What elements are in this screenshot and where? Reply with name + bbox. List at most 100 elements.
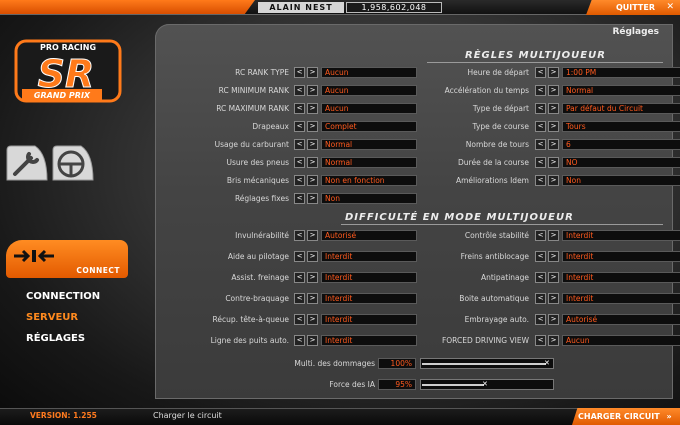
connect-arrows-icon: [14, 249, 54, 263]
option-value: Non: [321, 193, 417, 204]
option-row: Réglages fixes < > Non: [155, 193, 673, 204]
next-option-button[interactable]: >: [548, 293, 559, 304]
option-label: Contrôle stabilité: [464, 231, 529, 240]
next-option-button[interactable]: >: [548, 335, 559, 346]
charger-circuit-button[interactable]: CHARGER CIRCUIT »: [572, 408, 680, 425]
status-text: Charger le circuit: [153, 411, 222, 420]
option-value: Normal: [562, 85, 680, 96]
option-row: Boite automatique < > Interdit: [155, 293, 680, 304]
prev-option-button[interactable]: <: [535, 157, 546, 168]
option-value: 1:00 PM: [562, 67, 680, 78]
next-option-button[interactable]: >: [548, 157, 559, 168]
option-value: Interdit: [562, 251, 680, 262]
panel-title: Réglages: [612, 27, 659, 37]
next-option-button[interactable]: >: [548, 272, 559, 283]
next-option-button[interactable]: >: [548, 175, 559, 186]
pro-racing-logo: PRO RACING SR GRAND PRIX: [14, 39, 122, 103]
top-bar-accent: [0, 0, 255, 14]
connect-menu: CONNECTION SERVEUR RÉGLAGES: [26, 286, 100, 349]
prev-option-button[interactable]: <: [535, 139, 546, 150]
option-label: Type de départ: [472, 104, 529, 113]
prev-option-button[interactable]: <: [535, 230, 546, 241]
option-row: Améliorations Idem < > Non: [155, 175, 680, 186]
option-row: Nombre de tours < >6: [155, 139, 680, 150]
prev-option-button[interactable]: <: [535, 272, 546, 283]
option-value: Aucun: [562, 335, 680, 346]
option-value: Interdit: [562, 230, 680, 241]
money-display: 1,958,602,048: [346, 2, 442, 13]
option-value: 6: [562, 139, 680, 150]
option-value: Par défaut du Circuit: [562, 103, 680, 114]
steering-wheel-icon[interactable]: [51, 144, 95, 182]
option-row: Type de départ < > Par défaut du Circuit: [155, 103, 680, 114]
option-label: Antipatinage: [480, 273, 529, 282]
next-option-button[interactable]: >: [548, 139, 559, 150]
settings-panel: Réglages RÈGLES MULTIJOUEUR DIFFICULTÉ E…: [155, 24, 680, 399]
slider-value-ai-strength: 95%: [378, 379, 416, 390]
option-label: Réglages fixes: [234, 194, 289, 203]
menu-item-connection[interactable]: CONNECTION: [26, 286, 100, 307]
option-label: Boite automatique: [459, 294, 529, 303]
slider-label-ai-strength: Force des IA: [329, 380, 375, 389]
next-option-button[interactable]: >: [548, 85, 559, 96]
section-rules-title: RÈGLES MULTIJOUEUR: [465, 50, 606, 61]
quit-label: QUITTER: [616, 3, 655, 12]
charger-circuit-label: CHARGER CIRCUIT: [578, 412, 660, 421]
option-label: Accélération du temps: [444, 86, 529, 95]
option-row: FORCED DRIVING VIEW < > Aucun: [155, 335, 680, 346]
slider-knob[interactable]: ✕: [544, 360, 552, 367]
option-label: Embrayage auto.: [464, 315, 529, 324]
option-row: Freins antiblocage < > Interdit: [155, 251, 680, 262]
next-option-button[interactable]: >: [548, 230, 559, 241]
option-row: Antipatinage < > Interdit: [155, 272, 680, 283]
option-value: Tours: [562, 121, 680, 132]
section-difficulty-divider: [341, 224, 663, 225]
section-difficulty-title: DIFFICULTÉ EN MODE MULTIJOUEUR: [345, 212, 574, 223]
next-option-button[interactable]: >: [548, 251, 559, 262]
prev-option-button[interactable]: <: [535, 121, 546, 132]
option-row: Contrôle stabilité < > Interdit: [155, 230, 680, 241]
ai-strength-slider[interactable]: ✕: [420, 379, 554, 390]
damage-slider[interactable]: ✕: [420, 358, 554, 369]
option-row: Type de course < > Tours: [155, 121, 680, 132]
option-row: Heure de départ < >1:00 PM: [155, 67, 680, 78]
prev-option-button[interactable]: <: [535, 85, 546, 96]
slider-fill: [422, 384, 484, 386]
next-option-button[interactable]: >: [307, 193, 318, 204]
prev-option-button[interactable]: <: [535, 175, 546, 186]
connect-tab[interactable]: CONNECT: [6, 240, 128, 278]
prev-option-button[interactable]: <: [535, 103, 546, 114]
prev-option-button[interactable]: <: [535, 314, 546, 325]
slider-label-damage: Multi. des dommages: [294, 359, 375, 368]
option-value: NO: [562, 157, 680, 168]
menu-item-reglages[interactable]: RÉGLAGES: [26, 328, 100, 349]
option-value: Interdit: [562, 293, 680, 304]
option-label: Heure de départ: [467, 68, 529, 77]
option-label: Améliorations Idem: [455, 176, 529, 185]
next-option-button[interactable]: >: [548, 314, 559, 325]
top-bar: ALAIN NEST 1,958,602,048 QUITTER ✕: [0, 0, 680, 15]
option-label: Type de course: [472, 122, 529, 131]
version-text: VERSION: 1.255: [30, 411, 97, 420]
option-label: Durée de la course: [458, 158, 529, 167]
prev-option-button[interactable]: <: [535, 251, 546, 262]
option-label: Freins antiblocage: [460, 252, 529, 261]
prev-option-button[interactable]: <: [535, 335, 546, 346]
prev-option-button[interactable]: <: [294, 193, 305, 204]
prev-option-button[interactable]: <: [535, 67, 546, 78]
next-option-button[interactable]: >: [548, 67, 559, 78]
option-value: Autorisé: [562, 314, 680, 325]
option-label: FORCED DRIVING VIEW: [441, 336, 529, 345]
option-row: Embrayage auto. < > Autorisé: [155, 314, 680, 325]
slider-fill: [422, 363, 546, 365]
option-row: Accélération du temps < > Normal: [155, 85, 680, 96]
wrench-icon[interactable]: [5, 144, 49, 182]
prev-option-button[interactable]: <: [535, 293, 546, 304]
menu-item-serveur[interactable]: SERVEUR: [26, 307, 100, 328]
option-value: Non: [562, 175, 680, 186]
quit-button[interactable]: QUITTER ✕: [586, 0, 680, 15]
slider-knob[interactable]: ✕: [482, 381, 490, 388]
connect-label: CONNECT: [76, 266, 120, 275]
next-option-button[interactable]: >: [548, 121, 559, 132]
next-option-button[interactable]: >: [548, 103, 559, 114]
